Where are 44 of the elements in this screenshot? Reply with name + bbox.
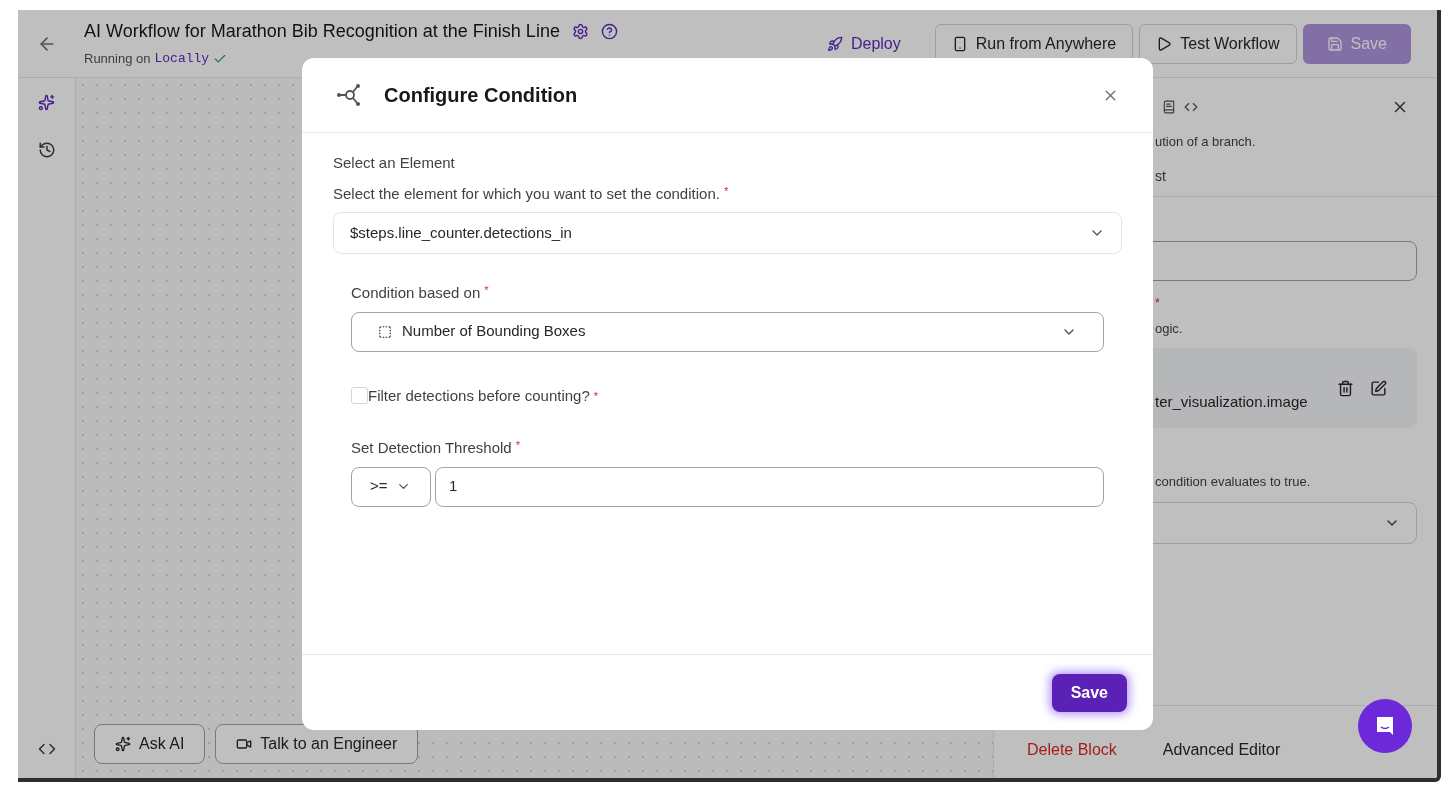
trash-icon[interactable] [1337, 379, 1354, 397]
required-mark: * [484, 283, 489, 298]
required-mark: * [593, 388, 599, 404]
condition-text: ter_visualization.image [1155, 391, 1308, 412]
element-select[interactable]: $steps.line_counter.detections_in [333, 212, 1122, 254]
check-icon [213, 52, 228, 66]
operator-select[interactable]: >= [351, 466, 431, 507]
editor-button[interactable]: Advanced Editor [1162, 738, 1281, 762]
condition-select[interactable]: Number of Bounding Boxes [351, 311, 1104, 352]
panel-description: ution of a branch. [1155, 133, 1256, 151]
book-icon[interactable] [1162, 100, 1176, 114]
save-button[interactable]: Save [1051, 673, 1127, 712]
history-icon[interactable] [37, 141, 56, 159]
deploy-link[interactable]: Deploy [818, 23, 909, 64]
play-icon [1156, 35, 1173, 52]
runtime-value: Locally [154, 50, 210, 69]
field-label: Set Detection Threshold [351, 438, 512, 458]
field-hint: Select the element for which you want to set the condition. [333, 183, 720, 204]
required-mark: * [1155, 296, 1160, 309]
rocket-icon [826, 35, 843, 52]
header-button[interactable]: Test Workflow [1139, 23, 1297, 64]
workflow-title: AI Workflow for Marathon Bib Recognition at the Finish Line [84, 20, 560, 44]
code-icon[interactable] [1184, 100, 1198, 114]
sparkles-icon [115, 736, 131, 752]
talk-button[interactable]: Talk to an Engineer [215, 724, 419, 764]
required-mark: * [515, 438, 520, 453]
required-mark: * [723, 183, 729, 199]
running-label: Running on [84, 50, 151, 69]
field-label: Select an Element [333, 153, 456, 173]
ask-ai-button[interactable]: Ask AI [94, 724, 206, 764]
sparkles-icon[interactable] [38, 94, 55, 111]
filter-checkbox[interactable] [351, 387, 368, 405]
help-icon[interactable] [600, 23, 618, 41]
delete-button[interactable]: Delete Block [1027, 738, 1117, 762]
settings-icon[interactable] [571, 23, 589, 41]
video-icon [236, 736, 253, 752]
edit-icon[interactable] [1370, 379, 1387, 397]
threshold-input[interactable]: 1 [435, 466, 1104, 507]
bounding-box-icon [378, 324, 392, 339]
field-label: Condition based on [351, 283, 481, 303]
panel-hint: ogic. [1155, 319, 1183, 338]
checkbox-label: Filter detections before counting? [368, 385, 590, 406]
panel-hint: condition evaluates to true. [1155, 473, 1311, 491]
modal-title: Configure Condition [384, 83, 578, 108]
